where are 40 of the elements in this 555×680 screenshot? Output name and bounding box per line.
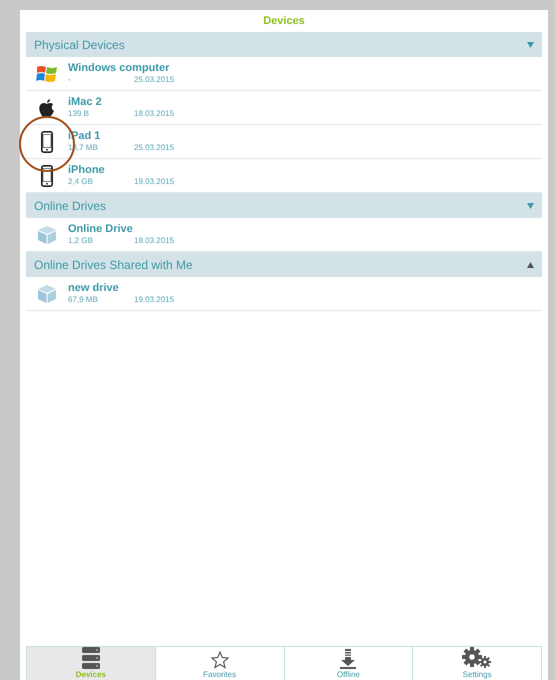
phone-icon [41,130,53,152]
section-title: Online Drives [34,198,106,214]
section-header[interactable]: Online Drives Shared with Me [26,252,542,277]
section-header[interactable]: Physical Devices [26,32,542,57]
device-row[interactable]: new drive 67,9 MB 19.03.2015 [26,277,542,311]
gears-icon [462,647,492,669]
device-size: 1,2 GB [68,236,94,246]
device-date: 25.03.2015 [134,143,174,153]
device-name: iPhone [68,164,106,177]
device-date: 19.03.2015 [134,295,174,305]
collapse-arrow-icon[interactable] [527,42,534,48]
phone-icon [41,164,53,186]
device-name: Windows computer [68,62,170,75]
section-header[interactable]: Online Drives [26,193,542,218]
device-size: 139 B [68,109,90,119]
star-icon [210,651,229,669]
apple-logo-icon [38,98,56,118]
server-stack-icon [82,647,100,669]
device-row[interactable]: iMac 2 139 B 18.03.2015 [26,91,542,125]
device-size: - [68,75,72,85]
section-title: Physical Devices [34,36,125,54]
device-date: 19.03.2015 [134,177,174,187]
cube-icon [37,224,57,244]
cube-icon [37,284,57,304]
device-name: new drive [68,282,120,295]
download-icon [339,649,358,669]
device-date: 25.03.2015 [134,75,174,85]
device-date: 18.03.2015 [134,236,174,246]
section-title: Online Drives Shared with Me [34,256,193,274]
collapse-arrow-icon[interactable] [527,202,534,208]
screen-title: Devices [263,14,305,29]
device-date: 18.03.2015 [134,109,174,119]
device-row[interactable]: Windows computer - 25.03.2015 [26,57,542,91]
device-size: 67,9 MB [68,295,99,305]
windows-logo-icon [36,64,58,84]
device-name: Online Drive [68,223,134,236]
device-name: iMac 2 [68,96,103,109]
tab[interactable]: Devices [27,647,155,680]
expand-arrow-icon[interactable] [527,262,534,268]
device-size: 2,4 GB [68,177,94,187]
